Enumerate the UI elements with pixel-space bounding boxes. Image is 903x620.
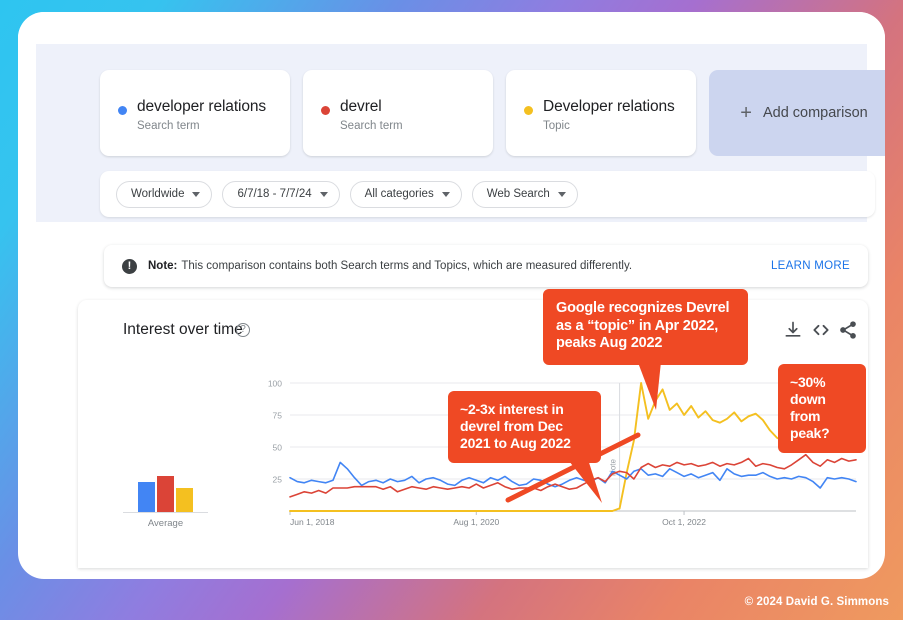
comparison-band: developer relations Search term devrel S…: [36, 44, 885, 222]
filter-date-range[interactable]: 6/7/18 - 7/7/24: [222, 180, 340, 208]
topic-callout: Google recognizes Devrel as a “topic” in…: [543, 289, 748, 366]
y-axis-tick-label: 50: [273, 443, 283, 453]
filters-bar: Worldwide 6/7/18 - 7/7/24 All categories…: [100, 171, 875, 217]
comparison-term-type-3: Topic: [543, 120, 570, 132]
x-axis-tick-label: Jun 1, 2018: [290, 517, 335, 527]
decline-callout: ~30% down from peak?: [778, 364, 866, 454]
y-axis-tick-label: 75: [273, 411, 283, 421]
filter-category-label: All categories: [364, 188, 434, 200]
filter-region-label: Worldwide: [131, 188, 185, 200]
devrel-growth-callout: ~2-3x interest in devrel from Dec 2021 t…: [448, 391, 601, 464]
share-icon[interactable]: [838, 320, 858, 340]
filter-search-type[interactable]: Web Search: [471, 180, 578, 208]
comparison-card-3[interactable]: Developer relations Topic: [506, 70, 696, 156]
comparison-term-name-3: Developer relations: [543, 98, 675, 115]
filter-region[interactable]: Worldwide: [116, 180, 213, 208]
comparison-term-type-2: Search term: [340, 120, 403, 132]
comparison-card-2[interactable]: devrel Search term: [303, 70, 493, 156]
chevron-down-icon: [319, 191, 328, 197]
y-axis-tick-label: 25: [273, 475, 283, 485]
y-axis-tick-label: 100: [268, 379, 282, 389]
x-axis-tick-label: Oct 1, 2022: [662, 517, 706, 527]
x-axis-tick-label: Aug 1, 2020: [453, 517, 499, 527]
comparison-cards-row: developer relations Search term devrel S…: [100, 70, 885, 156]
exclamation-icon: !: [122, 258, 137, 274]
comparison-term-name-2: devrel: [340, 98, 382, 115]
series-color-dot-2: [321, 106, 330, 115]
filter-search-type-label: Web Search: [486, 188, 550, 200]
app-window: developer relations Search term devrel S…: [18, 12, 885, 579]
download-icon[interactable]: [783, 320, 803, 340]
series-color-dot-3: [524, 106, 533, 115]
browser-tabstrip: [18, 12, 885, 42]
copyright-footer: © 2024 David G. Simmons: [744, 596, 889, 608]
add-comparison-label: Add comparison: [762, 105, 868, 121]
filter-category[interactable]: All categories: [349, 180, 462, 208]
help-icon[interactable]: ?: [236, 323, 250, 337]
comparison-card-1[interactable]: developer relations Search term: [100, 70, 290, 156]
note-banner: ! Note: This comparison contains both Se…: [104, 245, 868, 287]
note-label: Note:: [148, 260, 178, 272]
embed-code-icon[interactable]: [811, 320, 831, 340]
filter-date-range-label: 6/7/18 - 7/7/24: [237, 188, 312, 200]
series-color-dot-1: [118, 106, 127, 115]
plus-icon: +: [740, 102, 752, 124]
learn-more-link[interactable]: LEARN MORE: [771, 260, 850, 272]
comparison-term-name-1: developer relations: [137, 98, 267, 115]
add-comparison-button[interactable]: + Add comparison: [709, 70, 885, 156]
chevron-down-icon: [557, 191, 566, 197]
comparison-term-type-1: Search term: [137, 120, 200, 132]
note-text: This comparison contains both Search ter…: [181, 260, 633, 272]
chevron-down-icon: [441, 191, 450, 197]
page-title: Interest over time: [123, 321, 243, 338]
chevron-down-icon: [192, 191, 201, 197]
